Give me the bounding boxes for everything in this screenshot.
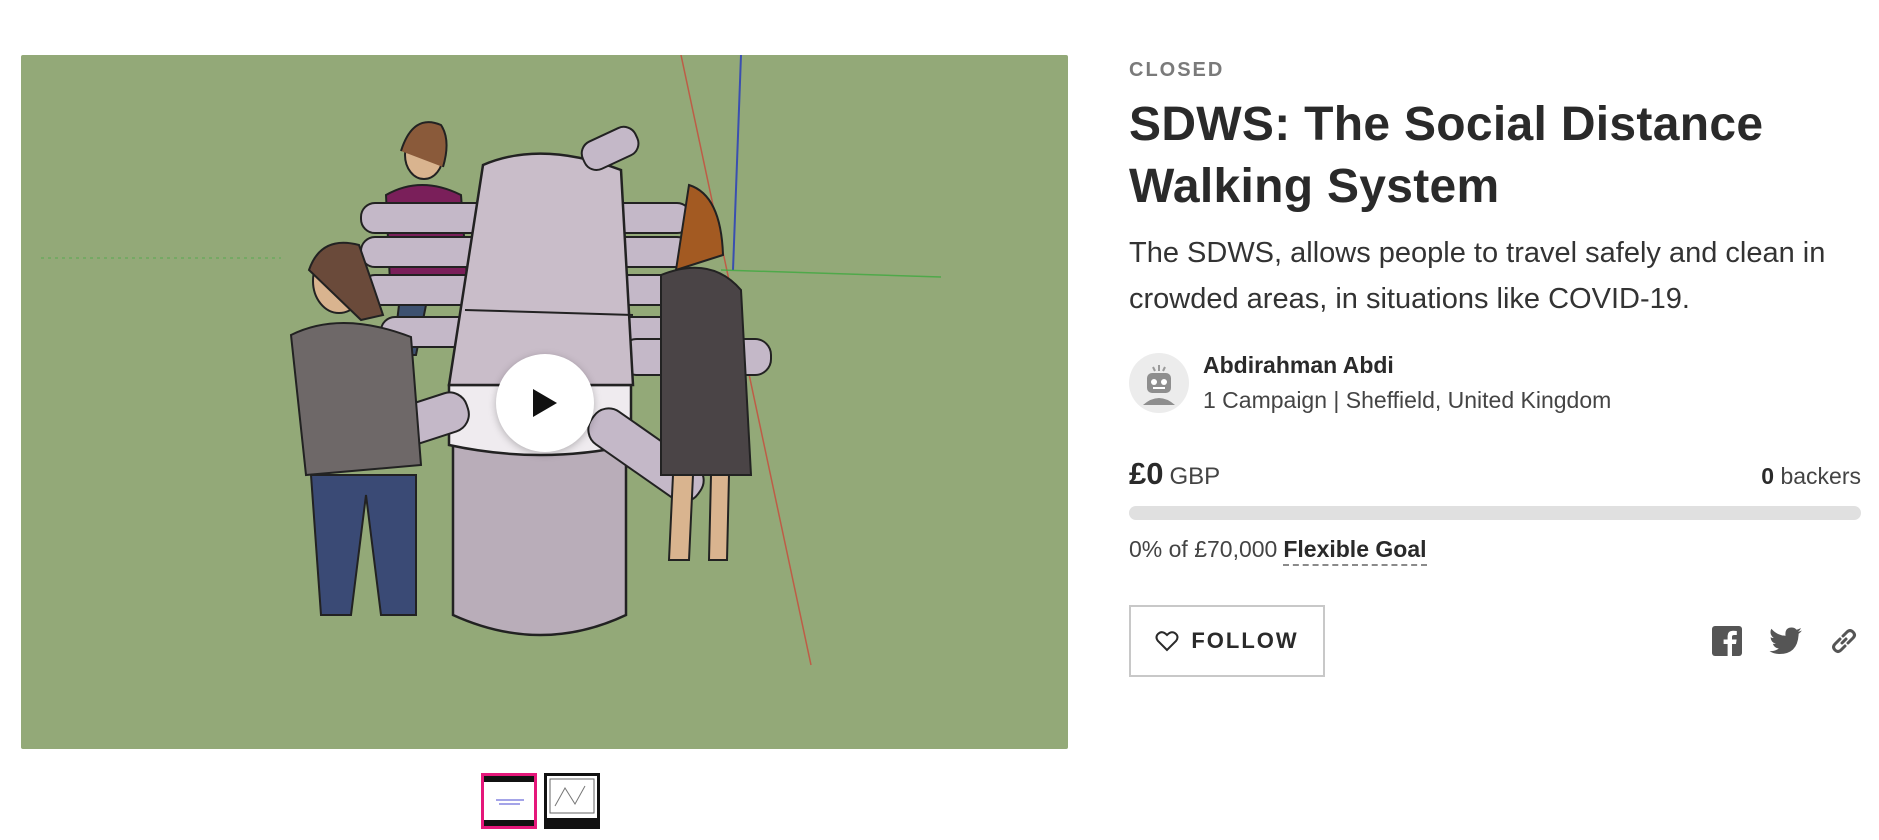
heart-icon — [1155, 630, 1179, 652]
backers-count: 0 backers — [1761, 463, 1861, 490]
campaign-video[interactable] — [21, 55, 1068, 749]
goal-type-link[interactable]: Flexible Goal — [1283, 536, 1427, 566]
follow-label: FOLLOW — [1191, 628, 1299, 653]
amount-raised: £0 — [1129, 456, 1164, 491]
funding-progress-bar — [1129, 506, 1861, 520]
thumbnail-1[interactable] — [481, 773, 537, 829]
campaign-tagline: The SDWS, allows people to travel safely… — [1129, 237, 1826, 315]
share-links — [1711, 625, 1861, 657]
owner-name[interactable]: Abdirahman Abdi — [1203, 352, 1611, 379]
link-icon[interactable] — [1829, 626, 1859, 656]
funding-summary: £0 GBP 0 backers — [1129, 456, 1861, 492]
campaign-title: SDWS: The Social Distance Walking System — [1129, 98, 1764, 213]
funding-goal: 0% of £70,000 Flexible Goal — [1129, 536, 1861, 566]
avatar[interactable] — [1129, 353, 1189, 413]
campaign-actions: FOLLOW — [1129, 605, 1861, 677]
owner-meta: 1 Campaign | Sheffield, United Kingdom — [1203, 387, 1612, 413]
play-icon — [533, 389, 557, 417]
thumbnail-1-image — [496, 799, 524, 805]
backers-label: backers — [1780, 463, 1861, 489]
robot-avatar-icon — [1143, 365, 1175, 405]
thumbnail-2[interactable] — [544, 773, 600, 829]
campaign-status: CLOSED — [1129, 59, 1225, 81]
facebook-icon[interactable] — [1711, 625, 1743, 657]
currency-code: GBP — [1169, 463, 1221, 490]
twitter-icon[interactable] — [1769, 627, 1803, 655]
campaign-info: CLOSED SDWS: The Social Distance Walking… — [1129, 55, 1861, 677]
thumbnail-2-image — [547, 778, 597, 826]
play-button[interactable] — [496, 354, 594, 452]
backers-number: 0 — [1761, 463, 1775, 489]
media-thumbnails — [481, 773, 600, 829]
goal-text: 0% of £70,000 — [1129, 536, 1278, 562]
campaign-owner[interactable]: Abdirahman Abdi 1 Campaign | Sheffield, … — [1129, 352, 1861, 414]
follow-button[interactable]: FOLLOW — [1129, 605, 1325, 677]
